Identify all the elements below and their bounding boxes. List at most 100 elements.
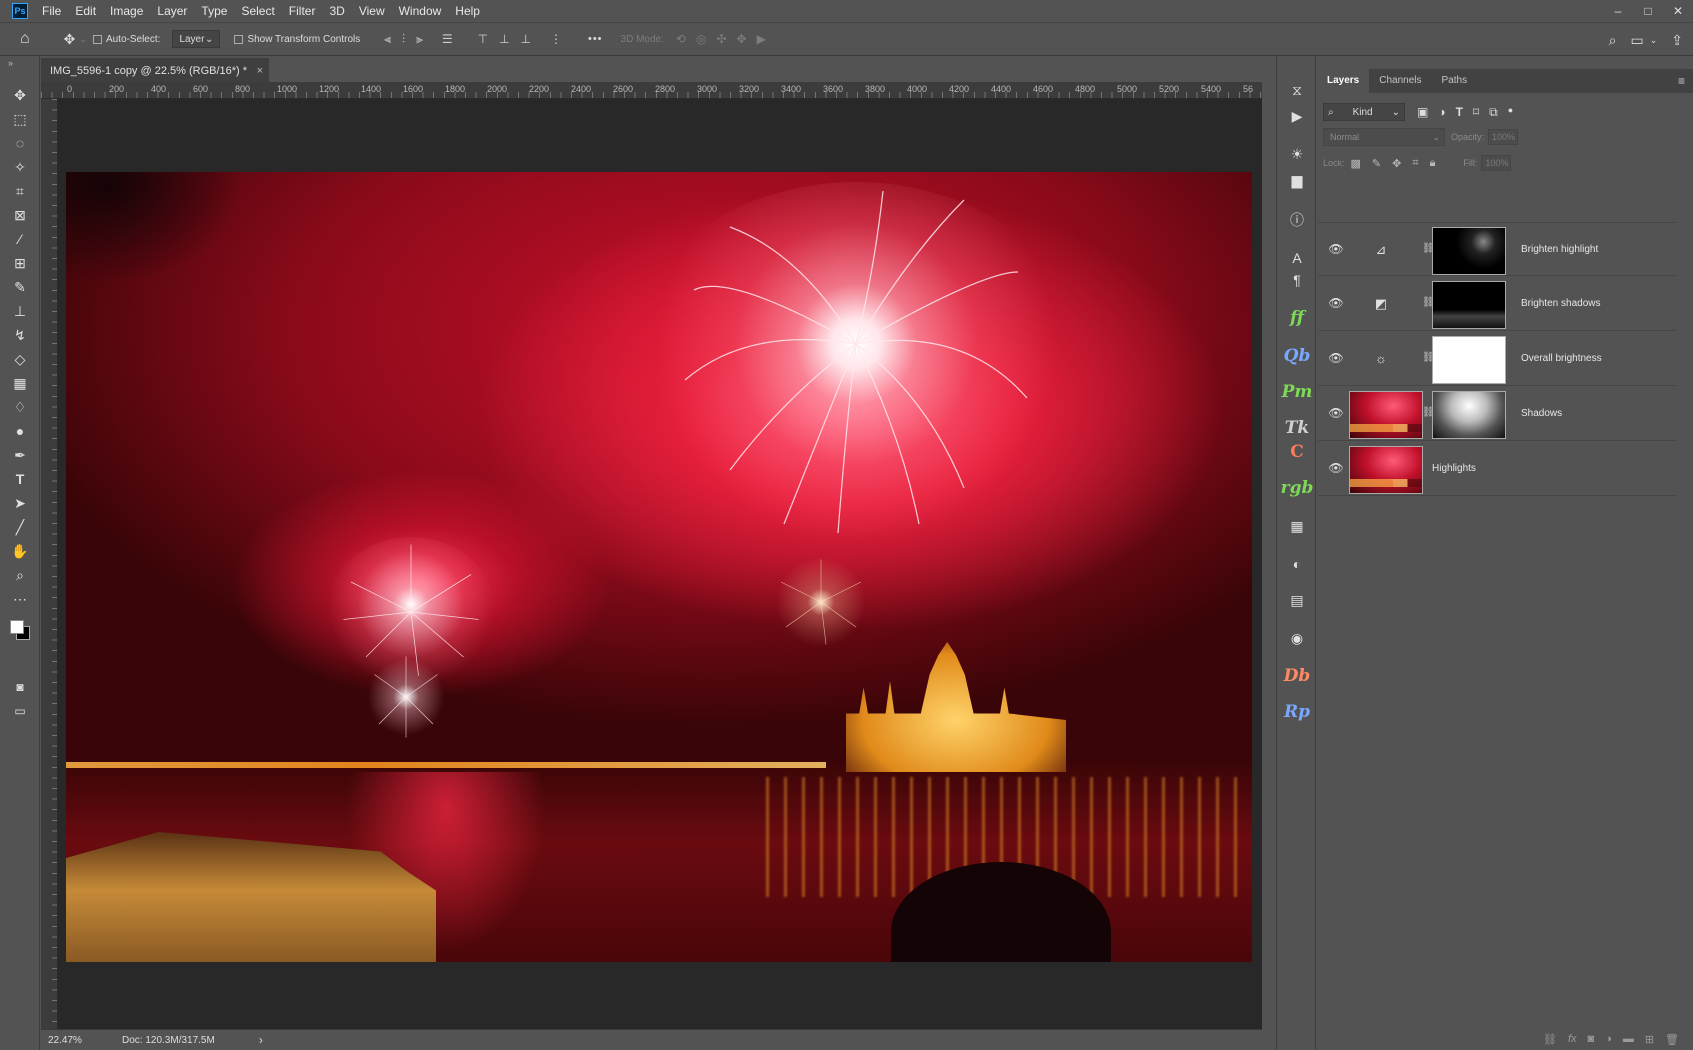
tab-layers[interactable]: Layers [1317,69,1370,93]
align-top-icon[interactable]: ⊤ [478,32,488,47]
3d-slide-icon[interactable]: ✥ [737,32,747,46]
filter-pixel-icon[interactable]: ▣ [1417,105,1428,120]
type-tool-icon[interactable]: T [10,470,30,488]
stamp-tool-icon[interactable]: ⊥ [10,302,30,320]
fill-input[interactable]: 100% [1481,155,1512,171]
expand-arrows-icon[interactable]: » [8,58,13,68]
show-transform-checkbox[interactable]: Show Transform Controls [234,34,360,45]
menu-window[interactable]: Window [399,4,442,18]
filter-toggle-icon[interactable]: ● [1508,105,1513,120]
more-tools-icon[interactable]: ⋯ [10,590,30,608]
menu-filter[interactable]: Filter [289,4,316,18]
paragraph-icon[interactable]: ¶ [1277,268,1317,292]
adjustments-icon[interactable]: ☀ [1277,142,1317,166]
pen-tool-icon[interactable]: ✒ [10,446,30,464]
plugin-ff-icon[interactable]: ff [1277,306,1317,330]
workspace-icon[interactable]: ▭ [1630,32,1643,49]
move-tool-icon[interactable]: ✥ [64,31,76,48]
plugin-c-icon[interactable]: C [1277,440,1317,464]
eraser-tool-icon[interactable]: ◇ [10,350,30,368]
auto-select-checkbox[interactable]: Auto-Select: [92,34,160,45]
status-menu-arrow[interactable]: › [259,1033,263,1047]
plugin-qb-icon[interactable]: Qb [1277,344,1317,368]
layer-row[interactable]: 👁︎ ⊿ ⛓︎ Brighten highlight [1318,222,1676,276]
menu-type[interactable]: Type [201,4,227,18]
eye-icon[interactable]: 👁︎ [1328,350,1344,366]
auto-select-dropdown[interactable]: Layer ⌄ [172,30,221,48]
fx-icon[interactable]: fx [1568,1033,1577,1045]
layer-thumbnail[interactable] [1349,446,1423,494]
lock-all-icon[interactable]: 🔒︎ [1430,157,1436,170]
blend-mode-select[interactable]: Normal ⌄ [1323,128,1445,146]
menu-edit[interactable]: Edit [75,4,96,18]
align-left-icon[interactable]: ⫷ [384,32,391,47]
blur-tool-icon[interactable]: ♢ [10,398,30,416]
layer-thumbnail[interactable] [1349,391,1423,439]
menu-3d[interactable]: 3D [329,4,344,18]
gradient-tool-icon[interactable]: ▦ [10,374,30,392]
home-icon[interactable]: ⌂ [20,30,30,48]
actions-play-icon[interactable]: ▶ [1277,104,1317,128]
align-middle-v-icon[interactable]: ⊥ [499,32,509,47]
3d-panel-icon[interactable]: ◉ [1277,626,1317,650]
delete-layer-icon[interactable]: 🗑︎ [1665,1033,1679,1046]
menu-layer[interactable]: Layer [157,4,187,18]
filter-type-icon[interactable]: T [1456,105,1463,120]
document-image[interactable] [66,172,1252,962]
lock-transparency-icon[interactable]: ▩ [1351,157,1361,170]
checkbox-box[interactable] [234,34,244,44]
lasso-tool-icon[interactable]: ◌ [10,134,30,152]
3d-orbit-icon[interactable]: ⟲ [676,32,686,46]
3d-pan-icon[interactable]: ✣ [716,32,726,46]
new-layer-icon[interactable]: ⊞ [1645,1033,1654,1046]
plugin-rp-icon[interactable]: Rp [1277,700,1317,724]
plugin-db-icon[interactable]: Db [1277,664,1317,688]
menu-view[interactable]: View [359,4,385,18]
align-center-h-icon[interactable]: ⫶ [402,32,405,47]
horizontal-ruler[interactable]: 0 200 400 600 800 1000 1200 1400 1600 18… [41,82,1262,99]
lock-artboard-icon[interactable]: ⌗ [1412,157,1418,170]
panel-menu-icon[interactable]: ≡ [1678,74,1685,88]
filter-adjustment-icon[interactable]: ◑ [1438,105,1445,120]
layer-row[interactable]: 👁︎ ◩ ⛓︎ Brighten shadows [1318,277,1676,331]
tab-channels[interactable]: Channels [1369,69,1431,93]
layer-mask-thumbnail[interactable] [1432,227,1506,275]
layer-name[interactable]: Highlights [1432,442,1476,496]
quick-mask-icon[interactable]: ◙ [10,678,30,696]
eye-icon[interactable]: 👁︎ [1328,405,1344,421]
history-brush-icon[interactable]: ↯ [10,326,30,344]
magic-wand-icon[interactable]: ✧ [10,158,30,176]
character-icon[interactable]: A [1277,246,1317,270]
align-right-icon[interactable]: ⫸ [416,32,423,47]
screen-mode-icon[interactable]: ▭ [10,702,30,720]
color-swatches[interactable] [8,616,32,646]
layer-mask-thumbnail[interactable] [1432,391,1506,439]
history-icon[interactable]: ⧖ [1277,78,1317,102]
close-window-button[interactable]: ✕ [1663,0,1693,22]
eyedropper-icon[interactable]: ⁄ [10,230,30,248]
filter-kind-select[interactable]: ⌕ Kind ⌄ [1323,103,1405,121]
layer-row[interactable]: 👁︎ ☼ ⛓︎ Overall brightness [1318,332,1676,386]
layer-mask-thumbnail[interactable] [1432,281,1506,329]
tab-paths[interactable]: Paths [1432,69,1478,93]
zoom-tool-icon[interactable]: ⌕ [10,566,30,584]
vertical-ruler[interactable] [41,99,58,1029]
more-options-button[interactable]: ••• [588,33,603,45]
brush-tool-icon[interactable]: ✎ [10,278,30,296]
eye-icon[interactable]: 👁︎ [1328,241,1344,257]
path-select-icon[interactable]: ➤ [10,494,30,512]
3d-roll-icon[interactable]: ◎ [696,32,706,46]
crop-tool-icon[interactable]: ⌗ [10,182,30,200]
properties-icon[interactable]: ▤ [1277,588,1317,612]
frame-tool-icon[interactable]: ⊠ [10,206,30,224]
close-tab-icon[interactable]: × [257,65,263,77]
layer-name[interactable]: Brighten shadows [1521,277,1601,331]
plugin-rgb-icon[interactable]: rgb [1277,476,1317,500]
menu-select[interactable]: Select [241,4,274,18]
info-icon[interactable]: ⓘ [1277,208,1317,232]
plugin-pm-icon[interactable]: Pm [1277,380,1317,404]
minimize-button[interactable]: – [1603,0,1633,22]
menu-help[interactable]: Help [455,4,480,18]
plugin-tk-icon[interactable]: Tk [1277,416,1317,440]
opacity-input[interactable]: 100% [1488,129,1519,145]
